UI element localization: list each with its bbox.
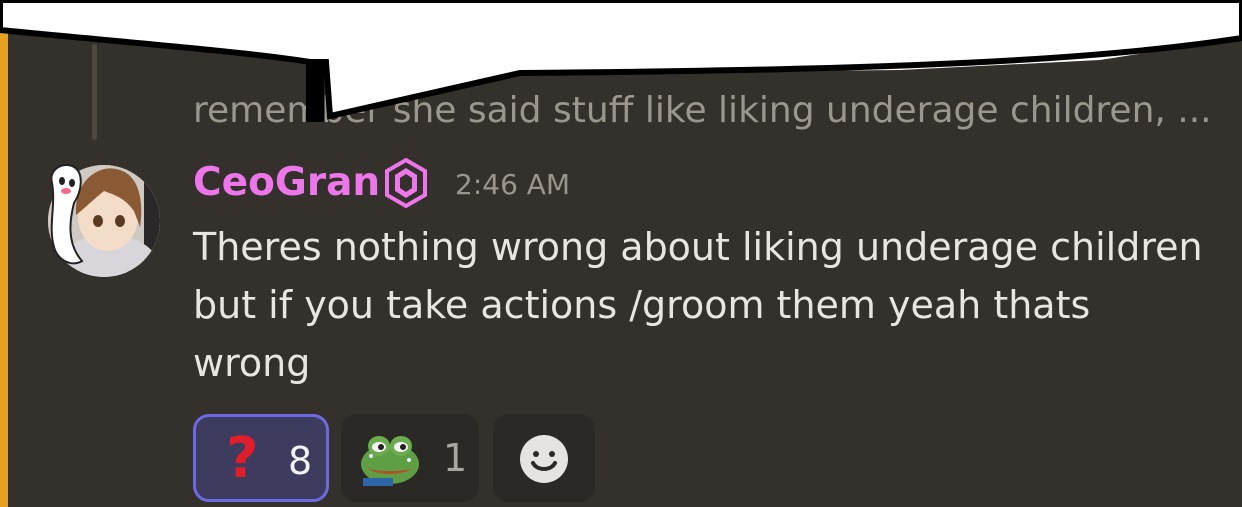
reply-connector-line — [92, 44, 97, 140]
message-timestamp: 2:46 AM — [455, 168, 571, 201]
pepe-frog-emoji-icon — [361, 436, 419, 486]
question-mark-emoji-icon: ? — [226, 426, 259, 491]
avatar[interactable] — [44, 155, 160, 287]
username[interactable]: CeoGran — [193, 160, 380, 206]
reply-preview-text[interactable]: remember she said stuff like liking unde… — [193, 88, 1212, 134]
reaction-pepe-frog[interactable]: 1 — [341, 414, 479, 502]
message-text: Theres nothing wrong about liking undera… — [193, 225, 1203, 385]
mention-highlight-bar — [0, 30, 8, 507]
reaction-question-mark[interactable]: ? 8 — [193, 414, 329, 502]
reaction-count: 8 — [288, 439, 313, 483]
chat-message-screenshot: remember she said stuff like liking unde… — [0, 0, 1242, 507]
reaction-count: 1 — [443, 436, 468, 480]
smiley-icon — [520, 435, 568, 483]
boost-badge-icon[interactable] — [383, 158, 429, 208]
add-reaction-button[interactable] — [493, 414, 595, 502]
